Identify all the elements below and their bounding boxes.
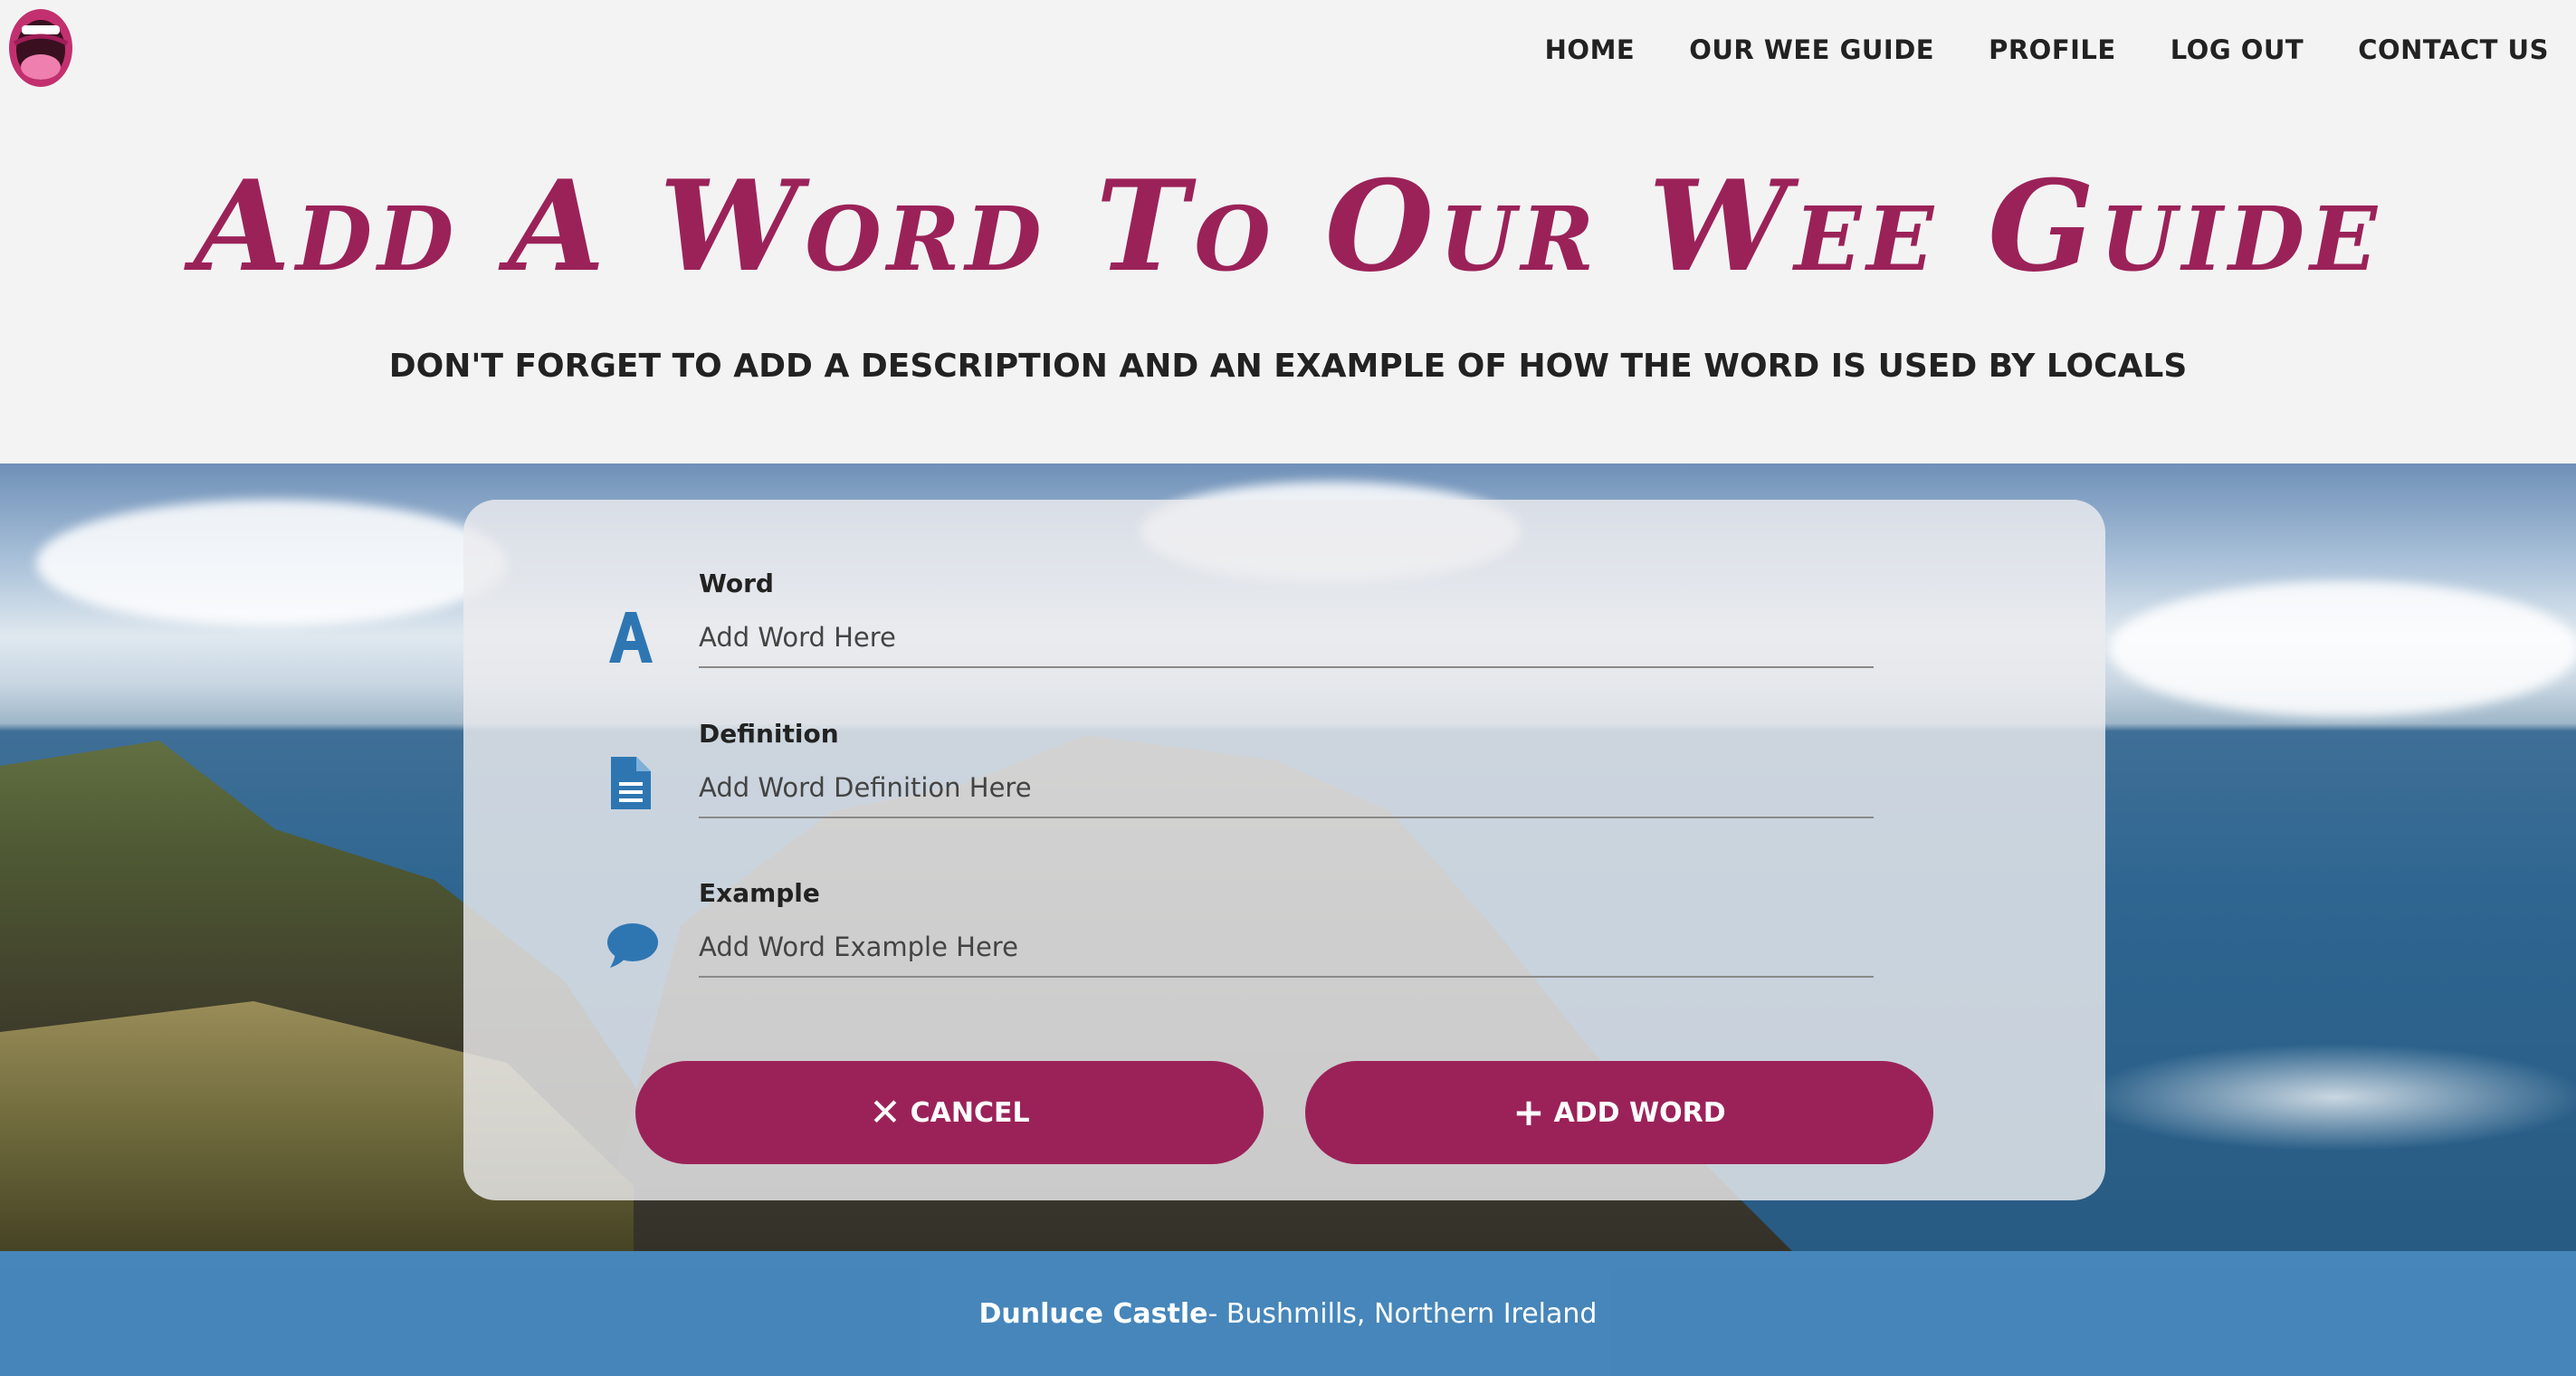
add-word-form: Word Definition Example ✕ CA <box>463 500 2105 1200</box>
sea-surf <box>2082 1043 2576 1151</box>
add-word-button[interactable]: + ADD WORD <box>1305 1061 1933 1164</box>
nav-profile-link[interactable]: PROFILE <box>1989 34 2116 65</box>
add-word-button-label: ADD WORD <box>1553 1096 1726 1129</box>
word-input[interactable] <box>699 608 1874 668</box>
cloud <box>36 500 507 626</box>
example-label: Example <box>699 878 820 908</box>
nav-log-out-link[interactable]: LOG OUT <box>2171 34 2304 65</box>
main-nav: HOME OUR WEE GUIDE PROFILE LOG OUT CONTA… <box>1545 34 2549 65</box>
site-footer: Dunluce Castle - Bushmills, Northern Ire… <box>0 1251 2576 1376</box>
footer-location: - Bushmills, Northern Ireland <box>1207 1297 1598 1330</box>
cancel-button[interactable]: ✕ CANCEL <box>635 1061 1264 1164</box>
site-header: HOME OUR WEE GUIDE PROFILE LOG OUT CONTA… <box>0 0 2576 463</box>
word-label: Word <box>699 569 774 598</box>
mouth-logo-icon[interactable] <box>7 7 74 89</box>
cancel-button-label: CANCEL <box>910 1096 1030 1129</box>
document-icon <box>603 755 659 811</box>
close-icon: ✕ <box>869 1090 902 1134</box>
footer-place-name: Dunluce Castle <box>978 1297 1208 1330</box>
nav-our-wee-guide-link[interactable]: OUR WEE GUIDE <box>1689 34 1934 65</box>
speech-bubble-icon <box>603 918 659 974</box>
nav-contact-us-link[interactable]: CONTACT US <box>2358 34 2549 65</box>
page-title: Add A Word To Our Wee Guide <box>193 152 2383 300</box>
definition-label: Definition <box>699 719 839 749</box>
cloud <box>2109 581 2576 717</box>
page-subtitle: DON'T FORGET TO ADD A DESCRIPTION AND AN… <box>388 348 2188 385</box>
letter-a-icon <box>603 608 659 664</box>
nav-home-link[interactable]: HOME <box>1545 34 1636 65</box>
definition-input[interactable] <box>699 759 1874 818</box>
example-input[interactable] <box>699 918 1874 978</box>
plus-icon: + <box>1512 1090 1545 1134</box>
